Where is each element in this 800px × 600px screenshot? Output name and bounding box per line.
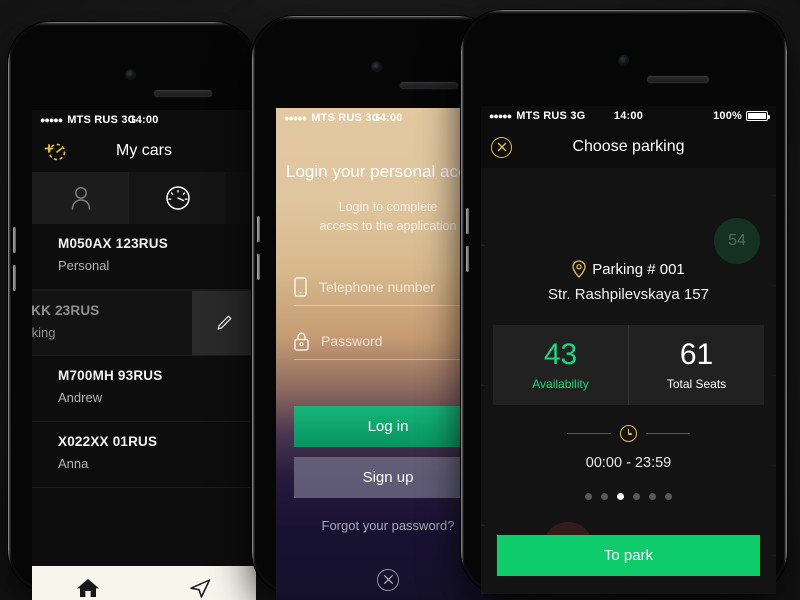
navigation-arrow-icon xyxy=(190,579,211,598)
stat-label: Total Seats xyxy=(666,376,727,391)
volume-button[interactable] xyxy=(257,216,260,242)
list-item[interactable]: M700MH 93RUS Andrew xyxy=(32,356,256,422)
earpiece-speaker xyxy=(400,82,458,89)
speedometer-icon xyxy=(165,186,190,210)
pager-dot[interactable] xyxy=(585,493,592,500)
tabbar-item-navigate[interactable] xyxy=(144,576,256,600)
login-button[interactable]: Log in xyxy=(294,405,482,447)
hours-label: 00:00 - 23:59 xyxy=(585,455,672,471)
login-subheading-line1: Login to complete xyxy=(338,200,438,214)
phone-choose-parking: 54 ●●●●● MTS RUS 3G 14:00 100% Choose pa… xyxy=(461,10,787,594)
tabbar-item-home[interactable] xyxy=(32,576,144,600)
stat-availability: 43 Availability xyxy=(493,325,628,405)
volume-button[interactable] xyxy=(257,254,260,280)
stat-value: 43 xyxy=(543,337,578,371)
parking-stats-card: 43 Availability 61 Total Seats xyxy=(493,325,764,405)
list-item[interactable]: X022XX 01RUS Anna xyxy=(32,422,256,488)
parking-content: ●●●●● MTS RUS 3G 14:00 100% Choose parki… xyxy=(481,106,776,594)
signal-dots-icon: ●●●●● xyxy=(284,113,307,123)
parking-address: Str. Rashpilevskaya 157 xyxy=(548,286,709,303)
navigation-bar: Choose parking xyxy=(481,126,776,168)
phone1-screen: ●●●●● MTS RUS 3G 14:00 My cars M050AX 12… xyxy=(32,110,256,600)
bottom-tab-bar xyxy=(32,566,256,600)
stat-total-seats: 61 Total Seats xyxy=(628,325,764,405)
signal-dots-icon: ●●●●● xyxy=(40,115,63,125)
login-subheading-line2: access to the application xyxy=(319,219,457,234)
front-camera-icon xyxy=(619,56,628,65)
add-speedometer-icon[interactable] xyxy=(42,140,68,162)
carrier-label: MTS RUS 3G xyxy=(516,110,586,122)
page-title: Choose parking xyxy=(572,138,685,155)
phone-icon xyxy=(294,277,307,297)
status-bar: ●●●●● MTS RUS 3G 14:00 xyxy=(32,110,256,130)
edit-button[interactable] xyxy=(192,291,256,355)
pager-dot[interactable] xyxy=(601,493,608,500)
pager-dot[interactable] xyxy=(633,493,640,500)
list-item[interactable]: M050AX 123RUS Personal xyxy=(32,224,256,290)
pager-dots[interactable] xyxy=(481,493,776,500)
clock-icon xyxy=(620,425,637,442)
lock-icon xyxy=(294,332,309,351)
pencil-icon xyxy=(217,315,232,330)
password-field[interactable]: Password xyxy=(294,332,482,360)
car-list: M050AX 123RUS Personal 017KK 23RUS Worki… xyxy=(32,224,256,566)
divider-line-left xyxy=(567,433,611,434)
signal-dots-icon: ●●●●● xyxy=(489,111,512,121)
pager-dot[interactable] xyxy=(649,493,656,500)
telephone-field[interactable]: Telephone number xyxy=(294,277,482,306)
tab-person[interactable] xyxy=(32,172,129,224)
volume-button[interactable] xyxy=(13,265,16,291)
parking-name: Parking # 001 xyxy=(592,260,685,278)
parking-name-row: Parking # 001 xyxy=(481,260,776,278)
telephone-placeholder: Telephone number xyxy=(319,278,435,295)
stat-value: 61 xyxy=(679,337,714,371)
list-item-swiped[interactable]: 017KK 23RUS Working xyxy=(32,290,256,356)
battery-icon xyxy=(746,111,770,121)
close-circle-icon[interactable] xyxy=(377,568,399,591)
pager-dot-active[interactable] xyxy=(617,493,624,500)
password-placeholder: Password xyxy=(321,333,383,350)
car-plate: M700MH 93RUS xyxy=(58,368,163,383)
earpiece-speaker xyxy=(154,90,212,97)
mockup-scene: ●●●●● MTS RUS 3G 14:00 My cars M050AX 12… xyxy=(0,0,800,600)
car-plate: M050AX 123RUS xyxy=(58,236,168,251)
front-camera-icon xyxy=(126,70,135,79)
to-park-button[interactable]: To park xyxy=(497,535,760,576)
car-owner: Andrew xyxy=(58,390,103,405)
person-icon xyxy=(71,187,90,210)
tab-speedometer[interactable] xyxy=(129,172,226,224)
hours-divider xyxy=(481,425,776,442)
pager-dot[interactable] xyxy=(665,493,672,500)
login-subheading: Login to complete access to the applicat… xyxy=(286,198,490,237)
battery-percent-label: 100% xyxy=(713,110,742,122)
carrier-label: MTS RUS 3G xyxy=(311,112,381,124)
navigation-bar: My cars xyxy=(32,130,256,172)
battery-group: 100% xyxy=(713,110,770,122)
volume-button[interactable] xyxy=(466,246,469,272)
clock-label: 14:00 xyxy=(129,114,159,126)
close-circle-icon[interactable] xyxy=(491,136,512,158)
stat-label: Availability xyxy=(532,376,589,391)
map-pin-icon xyxy=(572,260,586,278)
car-owner: Anna xyxy=(58,456,89,471)
volume-button[interactable] xyxy=(13,227,16,253)
car-plate: X022XX 01RUS xyxy=(58,434,158,449)
login-heading: Login your personal account xyxy=(286,162,500,181)
volume-button[interactable] xyxy=(466,208,469,234)
divider-line-right xyxy=(646,433,690,434)
segmented-tabs xyxy=(32,172,256,224)
car-owner: Personal xyxy=(58,258,110,273)
carrier-label: MTS RUS 3G xyxy=(67,114,137,126)
phone-my-cars: ●●●●● MTS RUS 3G 14:00 My cars M050AX 12… xyxy=(8,22,256,600)
phone3-screen: 54 ●●●●● MTS RUS 3G 14:00 100% Choose pa… xyxy=(481,106,776,594)
signup-button[interactable]: Sign up xyxy=(294,456,482,498)
front-camera-icon xyxy=(372,62,381,71)
home-icon xyxy=(77,579,99,597)
earpiece-speaker xyxy=(647,76,709,83)
status-bar: ●●●●● MTS RUS 3G 14:00 100% xyxy=(481,106,776,126)
